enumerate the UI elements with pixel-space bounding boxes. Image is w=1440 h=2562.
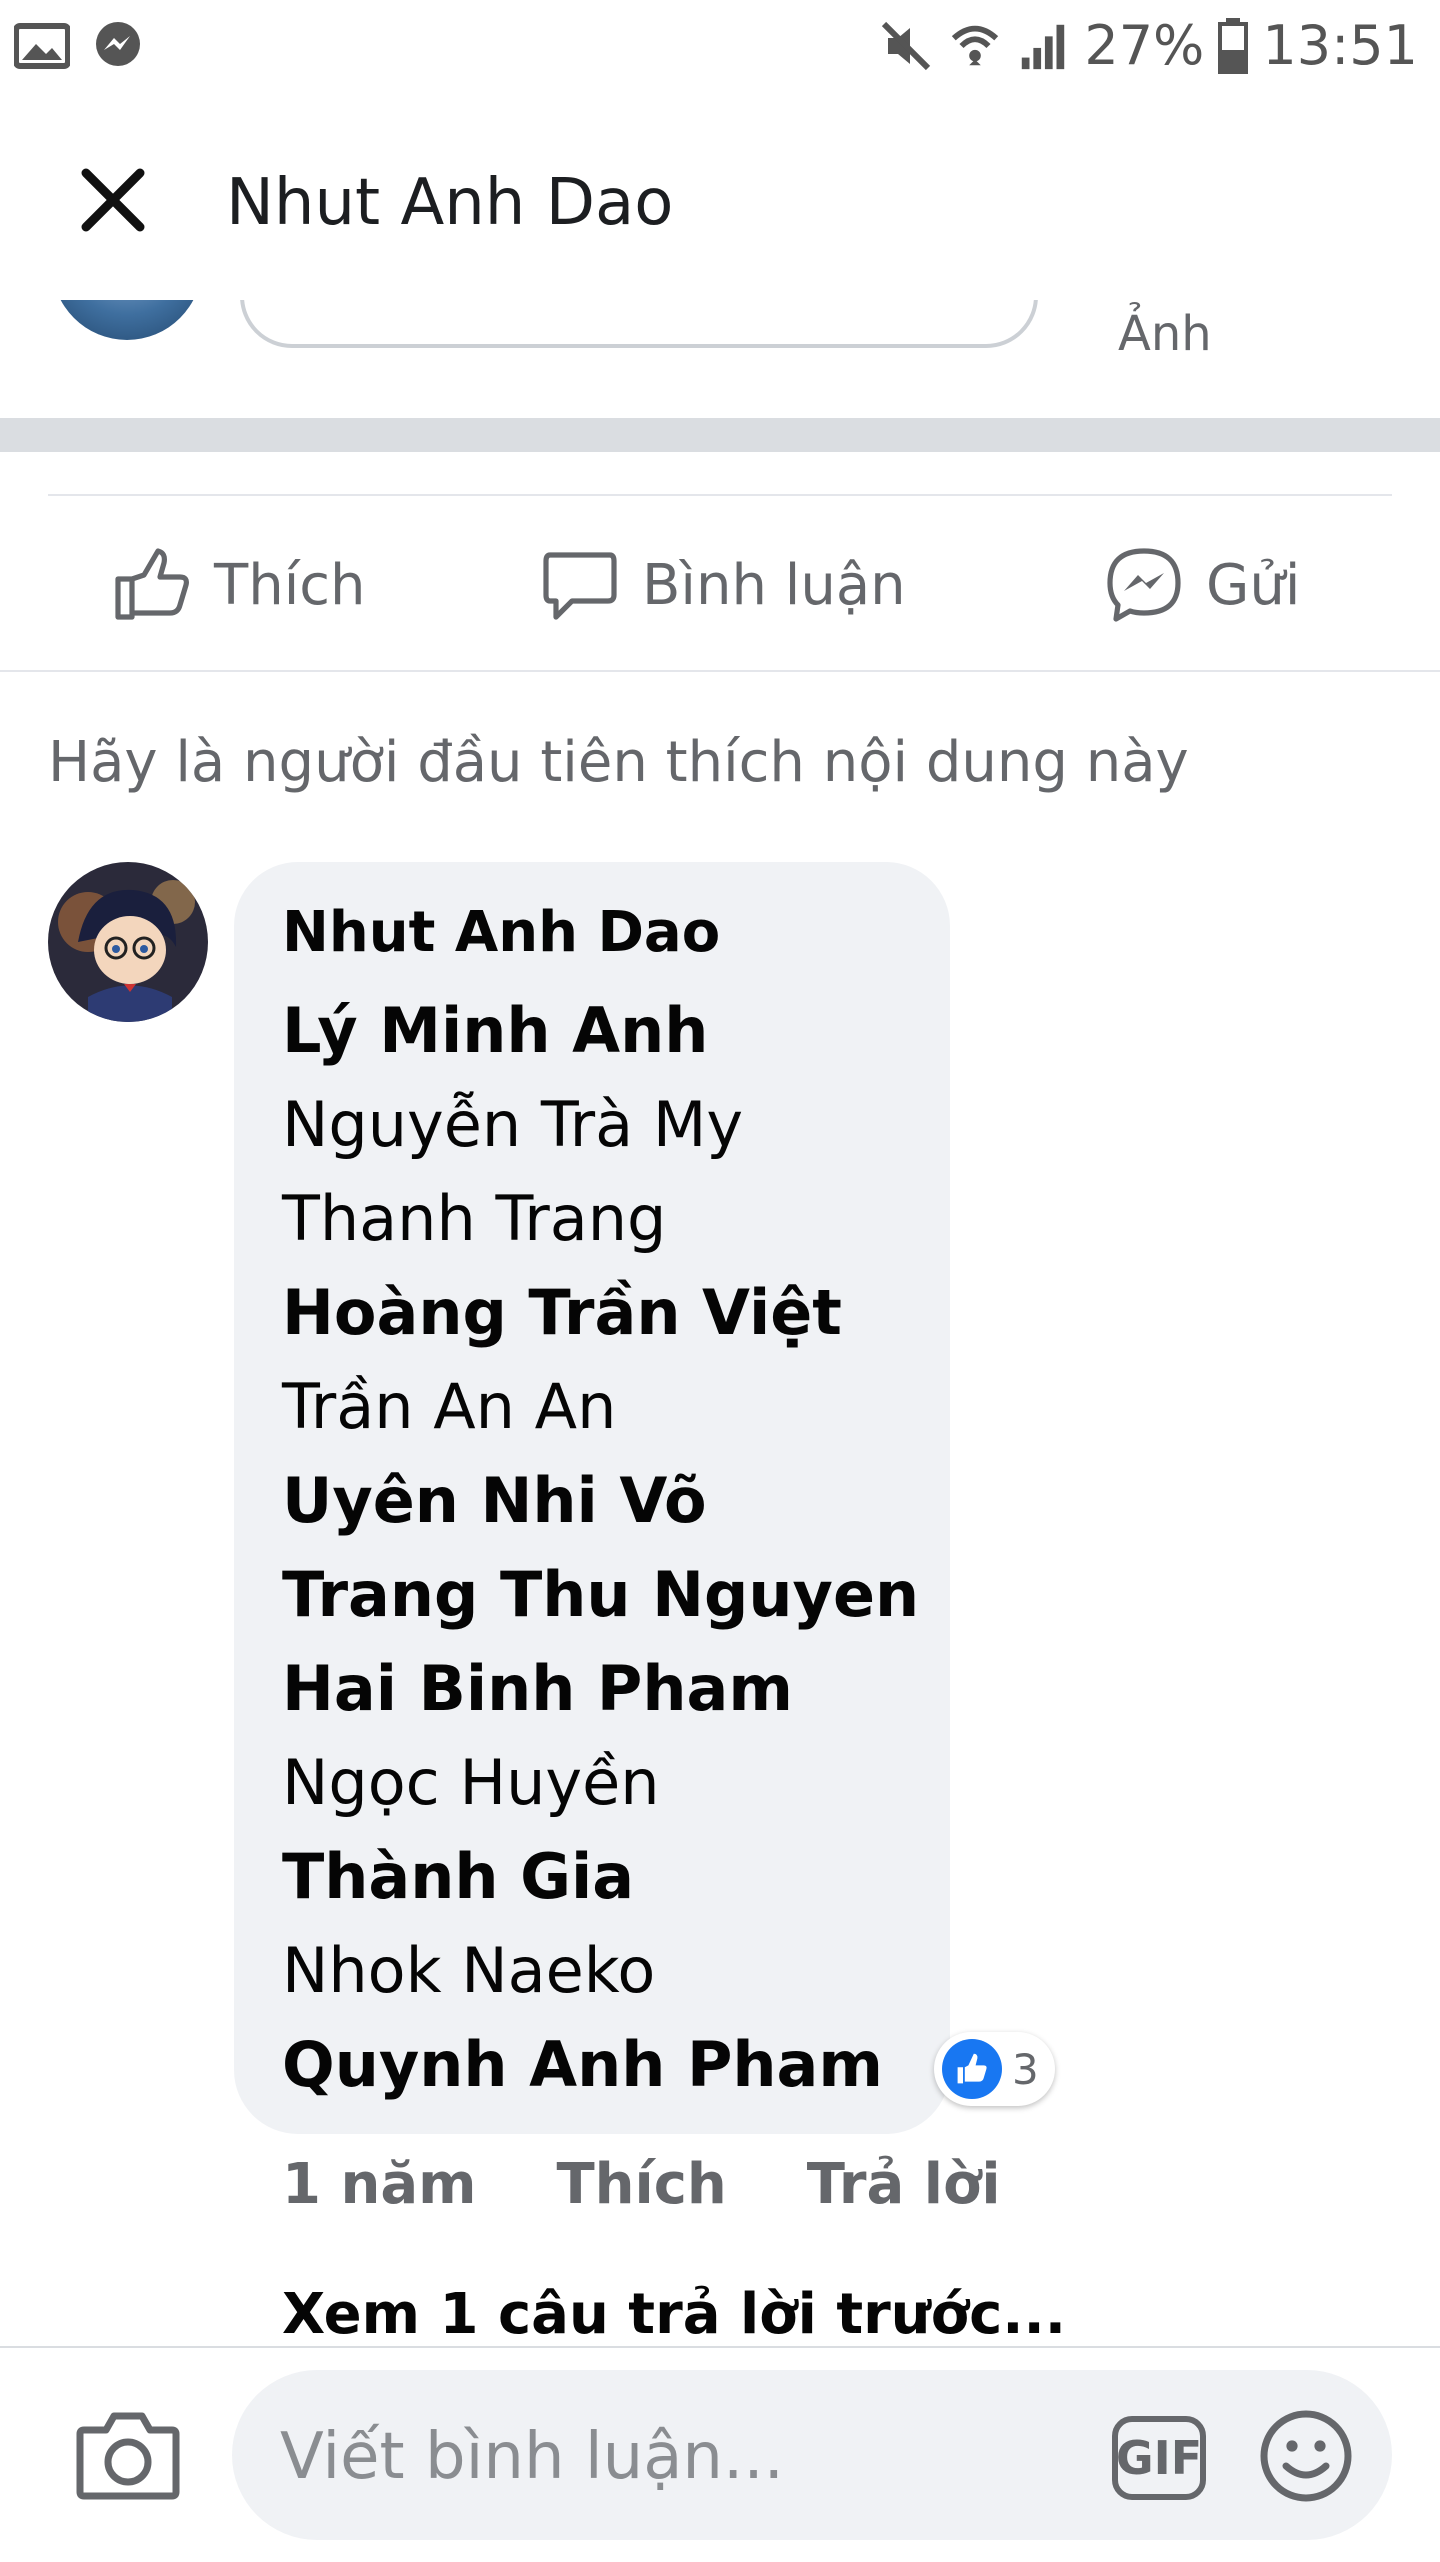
comment-line[interactable]: Lý Minh Anh [282,984,919,1078]
post-actions: Thích Bình luận Gửi [0,500,1440,672]
status-bar: 27% 13:51 [0,0,1440,100]
page-title: Nhut Anh Dao [226,166,674,240]
mute-icon [882,21,931,70]
comment-line[interactable]: Hai Binh Pham [282,1642,919,1736]
messenger-icon [96,22,140,66]
comment-line: Nguyễn Trà My [282,1088,744,1161]
comment-meta: 1 năm Thích Trả lời [282,2152,1081,2217]
comment-button[interactable]: Bình luận [540,545,906,625]
comment-author[interactable]: Nhut Anh Dao [282,900,720,965]
avatar[interactable] [48,862,208,1022]
like-label: Thích [214,552,366,618]
image-icon [14,23,70,69]
thumbs-up-icon [115,548,189,620]
photo-label[interactable]: Ảnh [1118,306,1212,362]
signal-icon [1022,24,1065,69]
comment-icon [543,552,617,620]
comment-placeholder[interactable]: Viết bình luận... [280,2420,784,2494]
messenger-icon [1107,548,1181,622]
comment-line: Nhok Naeko [282,1934,656,2007]
clock: 13:51 [1262,14,1418,77]
comment-like-link[interactable]: Thích [556,2152,726,2217]
comment-line: Thanh Trang [282,1182,667,1255]
previous-input[interactable] [240,300,1038,348]
avatar-image [48,862,208,1022]
section-divider [0,418,1440,452]
comment-label: Bình luận [642,552,906,618]
previous-avatar [52,300,202,340]
emoji-icon[interactable] [1258,2408,1354,2504]
like-reaction-icon [942,2039,1002,2099]
reaction-count: 3 [1012,2044,1039,2094]
reaction-badge[interactable]: 3 [934,2032,1055,2106]
send-button[interactable]: Gửi [1104,545,1300,625]
comment-body: Lý Minh Anh Nguyễn Trà My Thanh Trang Ho… [282,984,919,2112]
reactions-note: Hãy là người đầu tiên thích nội dung này [48,730,1189,795]
comment-line[interactable]: Uyên Nhi Võ [282,1454,919,1548]
wifi-icon [952,25,999,65]
view-previous-replies[interactable]: Xem 1 câu trả lời trước... [282,2282,1066,2347]
gif-button[interactable]: GIF [1112,2416,1206,2500]
comment-line[interactable]: Quynh Anh Pham [282,2018,919,2112]
close-icon[interactable] [78,165,148,235]
comment-reply-link[interactable]: Trả lời [807,2152,1001,2217]
divider-line [48,494,1392,496]
camera-icon[interactable] [76,2406,180,2502]
send-label: Gửi [1206,552,1301,618]
status-right: 27% 13:51 [878,14,1418,77]
comment-line[interactable]: Hoàng Trần Việt [282,1266,919,1360]
header-bar [0,100,1440,302]
like-button[interactable]: Thích [112,545,366,625]
comment-time: 1 năm [282,2152,477,2217]
comment-line: Trần An An [282,1370,617,1443]
comment-line[interactable]: Trang Thu Nguyen [282,1548,919,1642]
battery-percent: 27% [1084,14,1205,77]
previous-post-strip: Ảnh [0,300,1440,418]
status-left-icons [14,20,144,72]
comment-line: Ngọc Huyền [282,1746,660,1819]
comment-line[interactable]: Thành Gia [282,1830,919,1924]
battery-icon [1218,17,1249,74]
